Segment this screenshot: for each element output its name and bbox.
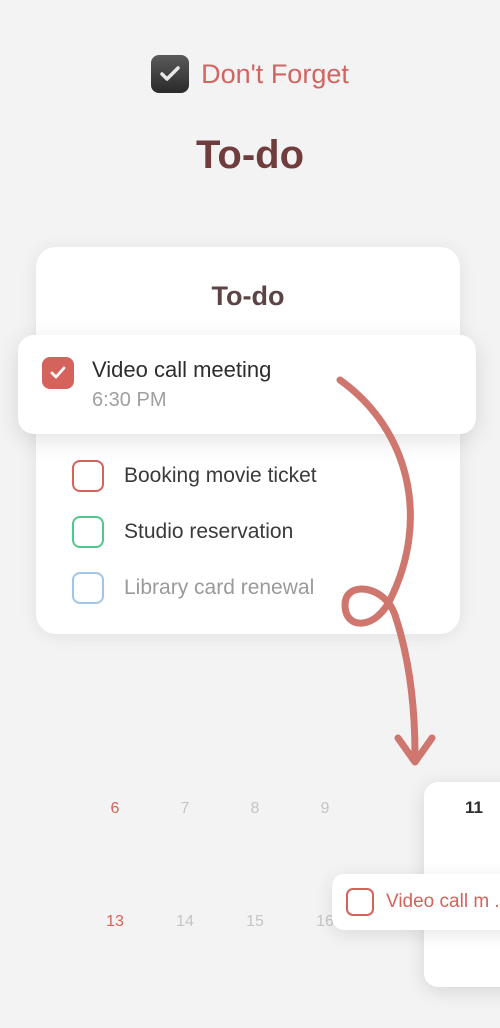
- featured-item-time: 6:30 PM: [92, 389, 271, 412]
- todo-item-label: Booking movie ticket: [124, 464, 317, 488]
- checkbox-unchecked[interactable]: [72, 516, 104, 548]
- card-title: To-do: [56, 281, 440, 312]
- calendar-event[interactable]: Video call m ...: [332, 874, 500, 930]
- app-header: Don't Forget: [0, 0, 500, 93]
- calendar-day[interactable]: 6: [80, 800, 150, 818]
- calendar-day[interactable]: 8: [220, 800, 290, 818]
- calendar-day[interactable]: 9: [290, 800, 360, 818]
- main-title: To-do: [0, 133, 500, 178]
- checkbox-unchecked[interactable]: [346, 888, 374, 916]
- calendar-event-label: Video call m ...: [386, 891, 500, 913]
- calendar-day[interactable]: 13: [80, 913, 150, 931]
- todo-card: To-do Video call meeting 6:30 PM Booking…: [36, 247, 460, 634]
- check-icon: [158, 62, 182, 86]
- todo-item[interactable]: Library card renewal: [72, 572, 424, 604]
- todo-card-container: To-do Video call meeting 6:30 PM Booking…: [36, 247, 460, 634]
- calendar-day[interactable]: 15: [220, 913, 290, 931]
- highlighted-day-number: 11: [424, 782, 500, 818]
- check-icon: [49, 364, 67, 382]
- todo-item[interactable]: Booking movie ticket: [72, 460, 424, 492]
- checkbox-unchecked[interactable]: [72, 460, 104, 492]
- calendar-day[interactable]: 14: [150, 913, 220, 931]
- featured-item-label: Video call meeting: [92, 357, 271, 383]
- todo-item-label: Library card renewal: [124, 576, 314, 600]
- checkbox-checked[interactable]: [42, 357, 74, 389]
- todo-item[interactable]: Studio reservation: [72, 516, 424, 548]
- checkbox-unchecked[interactable]: [72, 572, 104, 604]
- calendar-area: 11 Video call m ... 6 7 8 9 13 14 15 16 …: [80, 800, 500, 931]
- app-name: Don't Forget: [201, 59, 349, 90]
- calendar-day[interactable]: 7: [150, 800, 220, 818]
- featured-item-content: Video call meeting 6:30 PM: [92, 357, 271, 412]
- featured-todo-item[interactable]: Video call meeting 6:30 PM: [18, 335, 476, 434]
- todo-list: Booking movie ticket Studio reservation …: [56, 432, 440, 604]
- todo-item-label: Studio reservation: [124, 520, 293, 544]
- app-icon: [151, 55, 189, 93]
